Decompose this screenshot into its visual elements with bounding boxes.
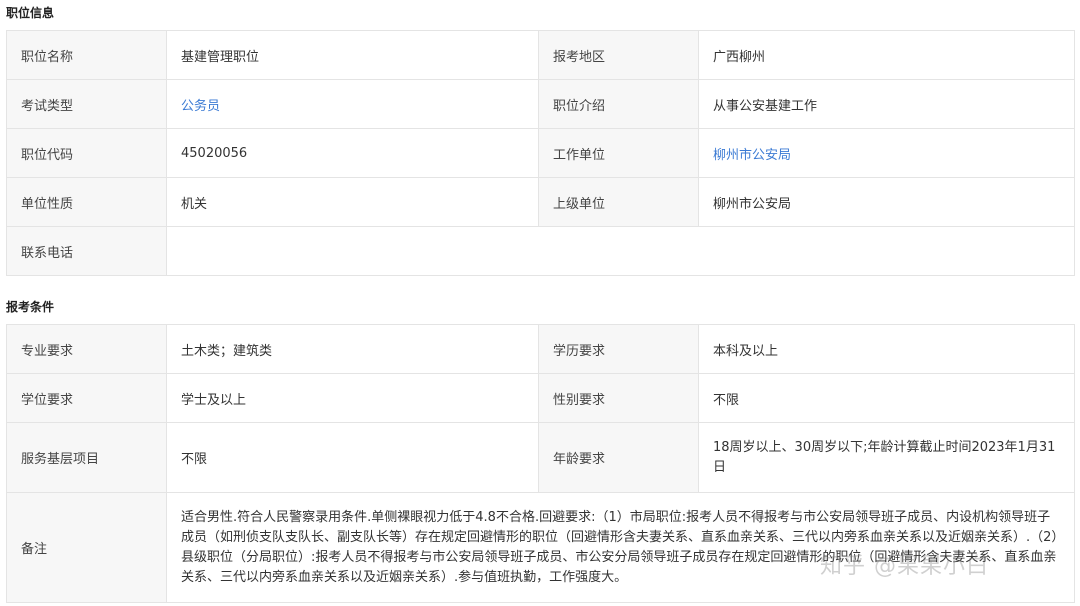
notes-label: 备注 — [6, 492, 167, 603]
table-row: 职位名称 基建管理职位 报考地区 广西柳州 — [6, 30, 1075, 80]
exam-type-label: 考试类型 — [6, 79, 167, 129]
age-value: 18周岁以上、30周岁以下;年龄计算截止时间2023年1月31日 — [698, 422, 1075, 493]
position-code-value: 45020056 — [166, 128, 539, 178]
table-row: 服务基层项目 不限 年龄要求 18周岁以上、30周岁以下;年龄计算截止时间202… — [6, 422, 1075, 493]
degree-label: 学位要求 — [6, 373, 167, 423]
table-row: 单位性质 机关 上级单位 柳州市公安局 — [6, 177, 1075, 227]
superior-unit-value: 柳州市公安局 — [698, 177, 1075, 227]
work-unit-link[interactable]: 柳州市公安局 — [713, 148, 791, 163]
table-row: 职位代码 45020056 工作单位 柳州市公安局 — [6, 128, 1075, 178]
section-title-position-info: 职位信息 — [6, 6, 55, 20]
position-name-label: 职位名称 — [6, 30, 167, 80]
education-label: 学历要求 — [538, 324, 699, 374]
table-row: 联系电话 — [6, 226, 1075, 276]
major-value: 土木类；建筑类 — [166, 324, 539, 374]
phone-label: 联系电话 — [6, 226, 167, 276]
section-title-requirements: 报考条件 — [6, 300, 55, 314]
phone-value — [166, 226, 1075, 276]
grassroots-service-value: 不限 — [166, 422, 539, 493]
region-label: 报考地区 — [538, 30, 699, 80]
unit-nature-label: 单位性质 — [6, 177, 167, 227]
grassroots-service-label: 服务基层项目 — [6, 422, 167, 493]
table-row: 专业要求 土木类；建筑类 学历要求 本科及以上 — [6, 324, 1075, 374]
position-name-value: 基建管理职位 — [166, 30, 539, 80]
watermark: 知乎 @果果小白 — [820, 554, 989, 579]
education-value: 本科及以上 — [698, 324, 1075, 374]
age-label: 年龄要求 — [538, 422, 699, 493]
degree-value: 学士及以上 — [166, 373, 539, 423]
gender-value: 不限 — [698, 373, 1075, 423]
region-value: 广西柳州 — [698, 30, 1075, 80]
major-label: 专业要求 — [6, 324, 167, 374]
work-unit-label: 工作单位 — [538, 128, 699, 178]
gender-label: 性别要求 — [538, 373, 699, 423]
unit-nature-value: 机关 — [166, 177, 539, 227]
position-info-table: 职位名称 基建管理职位 报考地区 广西柳州 考试类型 公务员 职位介绍 从事公安… — [6, 30, 1075, 276]
intro-label: 职位介绍 — [538, 79, 699, 129]
position-code-label: 职位代码 — [6, 128, 167, 178]
intro-value: 从事公安基建工作 — [698, 79, 1075, 129]
superior-unit-label: 上级单位 — [538, 177, 699, 227]
table-row: 考试类型 公务员 职位介绍 从事公安基建工作 — [6, 79, 1075, 129]
table-row: 学位要求 学士及以上 性别要求 不限 — [6, 373, 1075, 423]
exam-type-link[interactable]: 公务员 — [181, 99, 220, 114]
